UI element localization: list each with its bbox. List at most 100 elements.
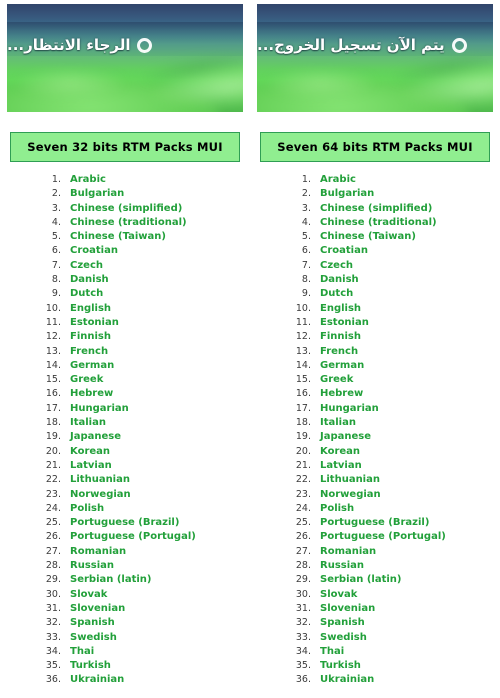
language-list-item: English: [314, 302, 500, 316]
language-name: Japanese: [70, 431, 122, 443]
language-list-item: Swedish: [314, 631, 500, 645]
language-list-item: Chinese (Taiwan): [64, 230, 250, 244]
language-name: Portuguese (Portugal): [320, 531, 446, 543]
pack-title-text: Seven 32 bits RTM Packs MUI: [27, 140, 223, 154]
language-name: English: [70, 302, 112, 314]
language-name: Serbian (latin): [320, 574, 402, 586]
language-name: Hebrew: [70, 388, 114, 400]
thumbnail-wrap-left: الرجاء الانتظار...: [0, 0, 250, 112]
language-name: Slovak: [70, 588, 108, 600]
language-name: Slovak: [320, 588, 358, 600]
language-name: Hungarian: [320, 402, 379, 414]
title-wrap-right: Seven 64 bits RTM Packs MUI: [250, 112, 500, 162]
language-name: Arabic: [70, 174, 106, 185]
panel-seven-32: الرجاء الانتظار... Seven 32 bits RTM Pac…: [0, 0, 250, 698]
language-name: Norwegian: [70, 488, 131, 500]
language-list-seven-32: Arabic Bulgarian Chinese (simplified) Chine…: [0, 173, 250, 688]
language-name: French: [320, 345, 359, 357]
language-name: Latvian: [320, 459, 362, 471]
language-list-item: Estonian: [64, 316, 250, 330]
language-name: Danish: [320, 274, 359, 286]
language-name: Polish: [70, 502, 105, 514]
language-name: Korean: [320, 445, 361, 457]
language-list-item: Slovenian: [314, 602, 500, 616]
language-name: Slovenian: [70, 602, 126, 614]
language-name: Norwegian: [320, 488, 381, 500]
language-list-item: Greek: [314, 373, 500, 387]
language-name: Finnish: [320, 331, 361, 343]
language-list-item: Chinese (simplified): [64, 202, 250, 216]
language-name: Turkish: [70, 660, 111, 672]
language-list-item: Croatian: [314, 244, 500, 258]
language-name: Arabic: [320, 174, 356, 185]
language-name: Spanish: [70, 617, 115, 629]
language-list-item: French: [314, 345, 500, 359]
ground-shape-left: [7, 80, 220, 112]
language-list-item: English: [64, 302, 250, 316]
language-name: German: [70, 359, 115, 371]
language-list-item: Chinese (Taiwan): [314, 230, 500, 244]
language-name: Portuguese (Brazil): [320, 517, 430, 529]
language-list-item: Russian: [314, 559, 500, 573]
language-name: Lithuanian: [70, 474, 130, 486]
language-list-item: Norwegian: [64, 488, 250, 502]
language-list-item: Arabic: [314, 173, 500, 187]
language-name: Turkish: [320, 660, 361, 672]
language-name: Russian: [70, 560, 115, 572]
language-name: Croatian: [70, 245, 118, 257]
language-list-item: Croatian: [64, 244, 250, 258]
language-list-item: Chinese (traditional): [64, 216, 250, 230]
language-list-item: Polish: [64, 502, 250, 516]
ground-highlight-b-left: [16, 68, 125, 98]
language-name: Czech: [320, 259, 353, 271]
language-name: Ukrainian: [320, 674, 375, 686]
language-list-item: Italian: [314, 416, 500, 430]
language-name: German: [320, 359, 365, 371]
language-name: Chinese (simplified): [320, 202, 433, 214]
language-list-item: Latvian: [314, 459, 500, 473]
language-name: Chinese (Taiwan): [70, 231, 166, 243]
language-list-item: Serbian (latin): [314, 573, 500, 587]
ground-highlight-left: [146, 57, 243, 112]
language-name: Romanian: [320, 545, 377, 557]
language-list-item: Korean: [314, 445, 500, 459]
windows-boot-screenshot-left: الرجاء الانتظار...: [7, 4, 243, 112]
language-list-item: Japanese: [64, 430, 250, 444]
language-list-item: Turkish: [64, 659, 250, 673]
language-name: Japanese: [320, 431, 372, 443]
language-name: Estonian: [320, 316, 369, 328]
language-name: Thai: [70, 645, 95, 657]
language-list-item: Finnish: [64, 330, 250, 344]
language-name: Bulgarian: [320, 188, 375, 200]
language-list-item: Hungarian: [64, 402, 250, 416]
language-list-item: German: [64, 359, 250, 373]
page-root: الرجاء الانتظار... Seven 32 bits RTM Pac…: [0, 0, 500, 698]
language-name: Finnish: [70, 331, 111, 343]
language-list-item: Japanese: [314, 430, 500, 444]
language-list-item: Portuguese (Brazil): [64, 516, 250, 530]
language-list-item: Hebrew: [314, 387, 500, 401]
language-name: Croatian: [320, 245, 368, 257]
ring-spinner-icon: [137, 37, 153, 53]
boot-status-text: يتم الآن تسجيل الخروج...: [257, 36, 445, 54]
language-name: Romanian: [70, 545, 127, 557]
language-name: Lithuanian: [320, 474, 380, 486]
language-name: Chinese (traditional): [320, 216, 437, 228]
boot-status-line-left: الرجاء الانتظار...: [7, 36, 237, 54]
language-list-item: Estonian: [314, 316, 500, 330]
language-name: Portuguese (Portugal): [70, 531, 196, 543]
language-list-seven-64: Arabic Bulgarian Chinese (simplified) Chine…: [250, 173, 500, 688]
language-name: Swedish: [320, 631, 367, 643]
language-name: Spanish: [320, 617, 365, 629]
pack-title-text: Seven 64 bits RTM Packs MUI: [277, 140, 473, 154]
language-name: Slovenian: [320, 602, 376, 614]
language-name: Italian: [70, 417, 106, 429]
language-list-item: Danish: [314, 273, 500, 287]
pack-title-box-seven-32: Seven 32 bits RTM Packs MUI: [10, 132, 240, 162]
language-list-item: Lithuanian: [314, 473, 500, 487]
language-list-item: Spanish: [314, 616, 500, 630]
language-list-item: Chinese (traditional): [314, 216, 500, 230]
language-list-item: Ukrainian: [314, 673, 500, 687]
language-list-item: Hungarian: [314, 402, 500, 416]
language-list-item: Portuguese (Portugal): [314, 530, 500, 544]
